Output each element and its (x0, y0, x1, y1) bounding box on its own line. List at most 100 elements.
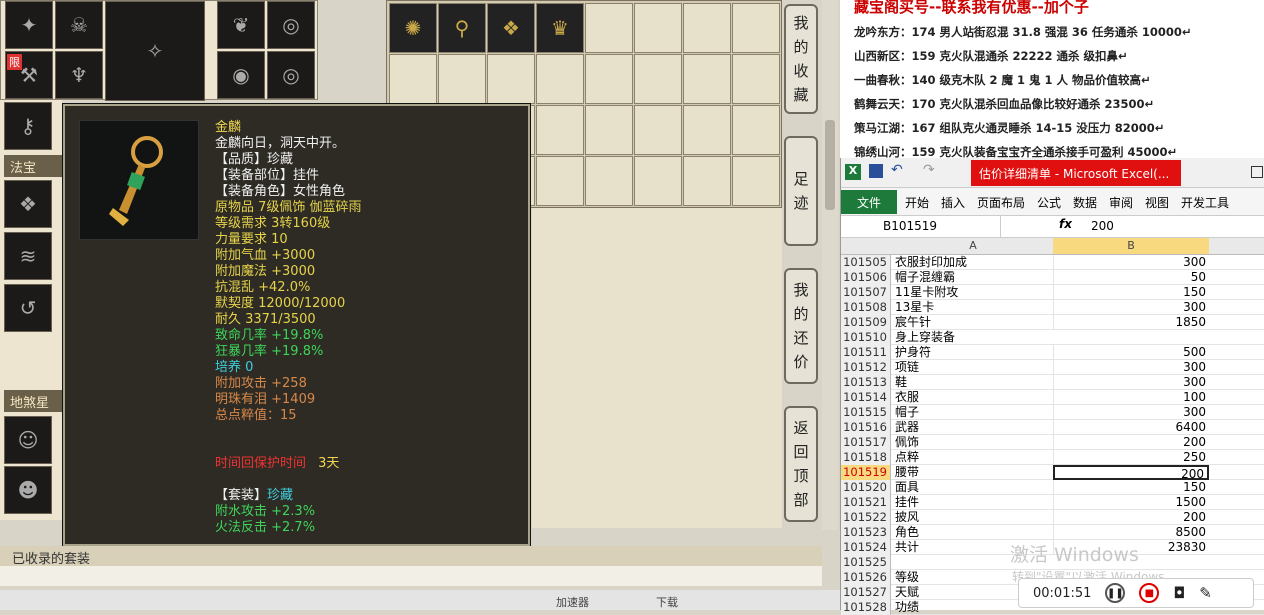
cell-b[interactable]: 100 (1053, 390, 1209, 405)
grid-slot[interactable] (683, 105, 731, 155)
fabao-slot[interactable]: ≋ (4, 232, 52, 280)
cell-b[interactable]: 200 (1053, 465, 1209, 481)
cell-b[interactable]: 1500 (1053, 495, 1209, 510)
grid-slot[interactable] (634, 3, 682, 53)
cell-b[interactable]: 200 (1053, 435, 1209, 450)
cell-b[interactable]: 300 (1053, 300, 1209, 315)
grid-slot[interactable] (585, 3, 633, 53)
cell-a[interactable]: 帽子混缠霸 (895, 270, 1051, 285)
row-number[interactable]: 101519 (841, 465, 891, 480)
cell-b[interactable]: 150 (1053, 480, 1209, 495)
grid-slot[interactable] (732, 3, 780, 53)
stop-icon[interactable]: ■ (1139, 583, 1160, 603)
ribbon-tab[interactable]: 审阅 (1109, 194, 1133, 211)
grid-slot[interactable]: ♛ (536, 3, 584, 53)
my-favorites-button[interactable]: 我的收藏 (784, 4, 818, 114)
grid-slot[interactable] (536, 156, 584, 206)
grid-slot[interactable]: ⚲ (438, 3, 486, 53)
undo-icon[interactable]: ↶ (891, 162, 903, 178)
cell-a[interactable]: 武器 (895, 420, 1051, 435)
item-slot-large[interactable]: ✧ (105, 1, 205, 101)
row-number[interactable]: 101518 (841, 450, 891, 465)
row-number[interactable]: 101513 (841, 375, 891, 390)
ribbon-tab[interactable]: 开发工具 (1181, 194, 1229, 211)
download-label[interactable]: 下载 (656, 594, 678, 610)
cell-a[interactable]: 点粹 (895, 450, 1051, 465)
cell-a[interactable]: 衣服 (895, 390, 1051, 405)
item-slot[interactable]: ✦ (5, 1, 53, 49)
col-header-b[interactable]: B (1053, 238, 1209, 254)
row-number[interactable]: 101520 (841, 480, 891, 495)
grid-slot[interactable] (585, 105, 633, 155)
fabao-slot[interactable]: ↺ (4, 284, 52, 332)
scroll-thumb[interactable] (825, 120, 835, 210)
ribbon-tab[interactable]: 文件 (841, 190, 897, 214)
cell-b[interactable]: 250 (1053, 450, 1209, 465)
footprint-button[interactable]: 足迹 (784, 136, 818, 246)
ribbon-tab[interactable]: 插入 (941, 194, 965, 211)
cell-b[interactable]: 8500 (1053, 525, 1209, 540)
ribbon-tab[interactable]: 开始 (905, 194, 929, 211)
row-number[interactable]: 101511 (841, 345, 891, 360)
row-number[interactable]: 101514 (841, 390, 891, 405)
ribbon-tab[interactable]: 视图 (1145, 194, 1169, 211)
camera-icon[interactable]: ◘ (1173, 584, 1185, 602)
row-number[interactable]: 101528 (841, 600, 891, 615)
formula-input[interactable]: 200 (1091, 219, 1114, 233)
row-number[interactable]: 101522 (841, 510, 891, 525)
row-number[interactable]: 101525 (841, 555, 891, 570)
fx-icon[interactable]: fx (1059, 217, 1072, 231)
cell-a[interactable]: 面具 (895, 480, 1051, 495)
grid-slot[interactable]: ✺ (389, 3, 437, 53)
cell-a[interactable]: 披风 (895, 510, 1051, 525)
grid-slot[interactable] (585, 156, 633, 206)
cell-a[interactable]: 护身符 (895, 345, 1051, 360)
item-slot[interactable]: ❦ (217, 1, 265, 49)
cell-b[interactable]: 50 (1053, 270, 1209, 285)
grid-slot[interactable] (732, 105, 780, 155)
grid-slot[interactable] (585, 54, 633, 104)
name-box[interactable]: B101519 (841, 216, 1001, 237)
grid-slot[interactable] (683, 156, 731, 206)
cell-a[interactable]: 挂件 (895, 495, 1051, 510)
item-slot[interactable]: ◎ (267, 1, 315, 49)
my-offer-button[interactable]: 我的还价 (784, 268, 818, 384)
cell-b[interactable]: 300 (1053, 360, 1209, 375)
cell-b[interactable]: 6400 (1053, 420, 1209, 435)
row-number[interactable]: 101507 (841, 285, 891, 300)
item-slot[interactable]: ☠ (55, 1, 103, 49)
row-number[interactable]: 101515 (841, 405, 891, 420)
pause-icon[interactable]: ❚❚ (1105, 583, 1126, 603)
ribbon-tab[interactable]: 页面布局 (977, 194, 1025, 211)
cell-a[interactable]: 衣服封印加成 (895, 255, 1051, 270)
row-number[interactable]: 101512 (841, 360, 891, 375)
grid-slot[interactable] (536, 54, 584, 104)
grid-slot[interactable] (487, 54, 535, 104)
cell-b[interactable]: 300 (1053, 405, 1209, 420)
grid-slot[interactable] (536, 105, 584, 155)
pen-icon[interactable]: ✎ (1199, 584, 1212, 602)
item-slot[interactable]: ♆ (55, 51, 103, 99)
row-number[interactable]: 101526 (841, 570, 891, 585)
row-number[interactable]: 101505 (841, 255, 891, 270)
cell-a[interactable]: 帽子 (895, 405, 1051, 420)
col-header-a[interactable]: A (895, 239, 1051, 252)
back-to-top-button[interactable]: 返回顶部 (784, 406, 818, 522)
cell-a[interactable]: 鞋 (895, 375, 1051, 390)
row-number[interactable]: 101523 (841, 525, 891, 540)
row-number[interactable]: 101524 (841, 540, 891, 555)
grid-slot[interactable] (683, 54, 731, 104)
cell-b[interactable]: 500 (1053, 345, 1209, 360)
row-number[interactable]: 101510 (841, 330, 891, 345)
item-slot[interactable]: ◉ (217, 51, 265, 99)
row-number[interactable]: 101521 (841, 495, 891, 510)
cell-a[interactable]: 腰带 (895, 465, 1051, 480)
grid-slot[interactable] (389, 54, 437, 104)
ribbon-tab[interactable]: 数据 (1073, 194, 1097, 211)
cell-a[interactable]: 13星卡 (895, 300, 1051, 315)
redo-icon[interactable]: ↷ (923, 162, 935, 178)
cell-b[interactable]: 300 (1053, 375, 1209, 390)
cell-a[interactable]: 角色 (895, 525, 1051, 540)
grid-slot[interactable] (438, 54, 486, 104)
cell-a[interactable]: 项链 (895, 360, 1051, 375)
